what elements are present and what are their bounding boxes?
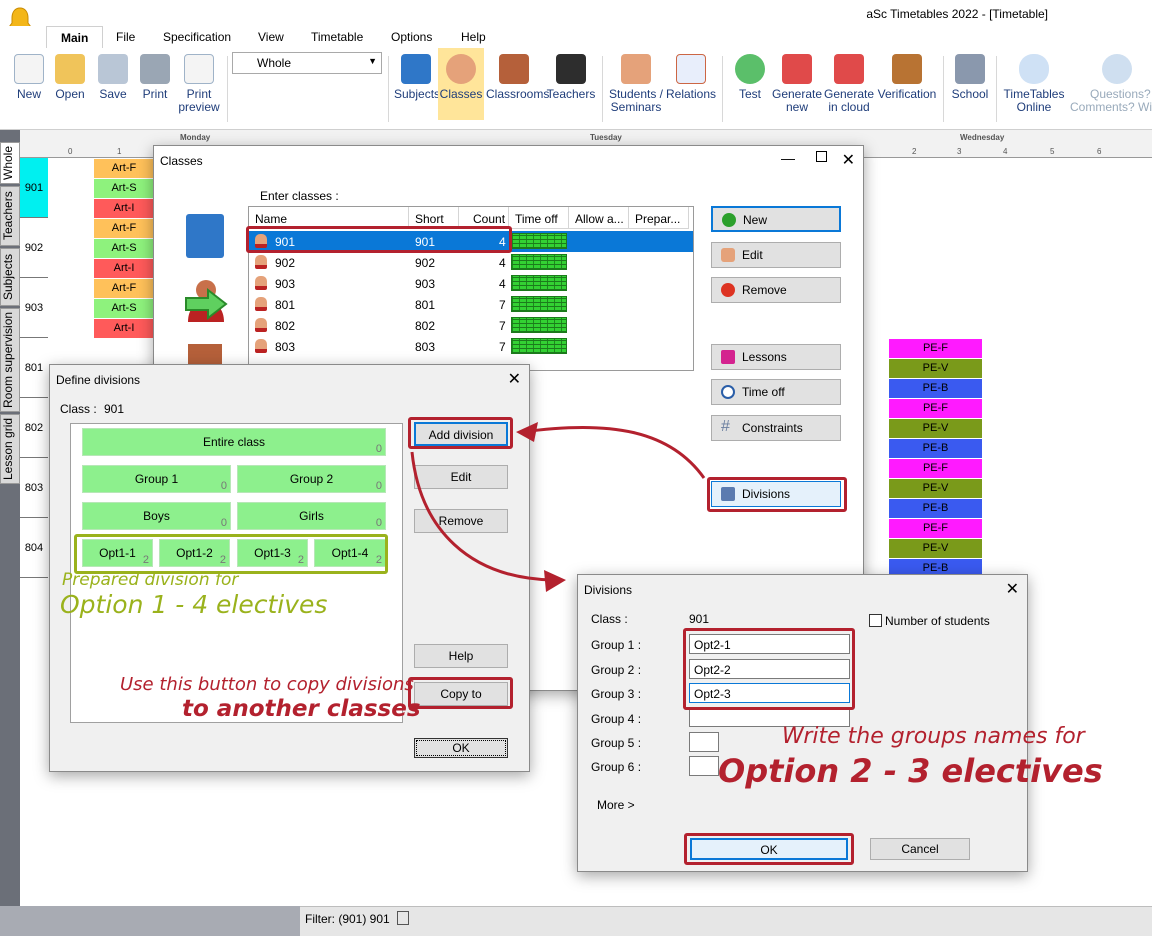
annotation-option2: Option 2 - 3 electives xyxy=(718,752,1103,790)
annotation-write: Write the groups names for xyxy=(782,724,1085,749)
annotation-copy: Use this button to copy divisions xyxy=(120,674,414,695)
annotation-prepared: Prepared division for xyxy=(62,570,239,590)
arrowhead xyxy=(516,422,538,442)
arrow-to-add-division xyxy=(521,425,706,479)
arrow-to-divisions-dialog xyxy=(410,451,553,582)
annotation-arrows xyxy=(410,422,706,592)
annotation-option1: Option 1 - 4 electives xyxy=(60,590,328,619)
arrowhead xyxy=(544,570,566,592)
annotation-copy-2: to another classes xyxy=(182,696,421,722)
